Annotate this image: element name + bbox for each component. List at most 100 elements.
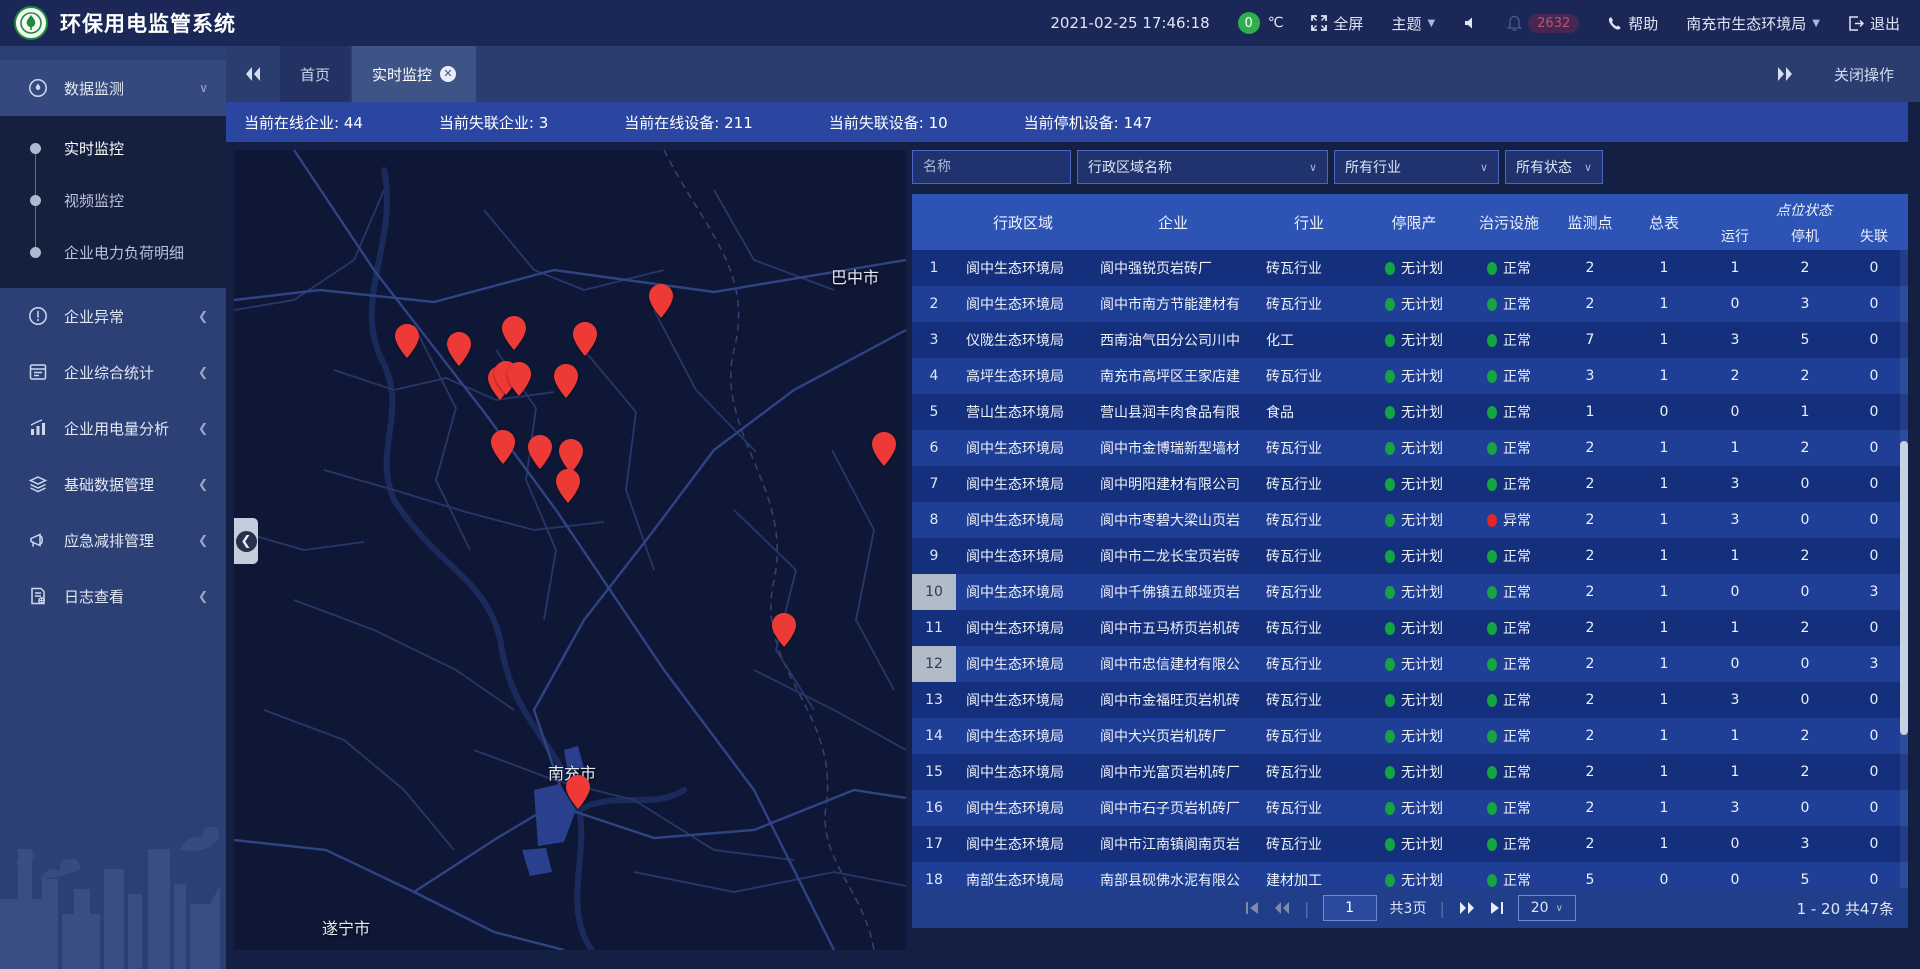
sidebar-group-3[interactable]: 企业综合统计❮ [0, 344, 226, 400]
status-chip-label: 无计划 [1401, 258, 1443, 278]
status-select[interactable]: 所有状态 ∨ [1505, 150, 1603, 184]
map-pin-icon[interactable] [395, 324, 419, 358]
map-pin-icon[interactable] [502, 316, 526, 350]
tab-home[interactable]: 首页 [280, 46, 350, 102]
status-chip-label: 正常 [1503, 582, 1531, 602]
cell-industry: 砖瓦行业 [1256, 582, 1362, 602]
cell-lost: 3 [1840, 656, 1908, 672]
name-search-input[interactable] [912, 150, 1071, 184]
map-pin-icon[interactable] [491, 430, 515, 464]
table-row[interactable]: 15阆中生态环境局阆中市光富页岩机砖厂砖瓦行业无计划正常21120 [912, 754, 1908, 790]
map-collapse-handle[interactable]: ❮ [234, 518, 258, 564]
map-pin-icon[interactable] [649, 284, 673, 318]
status-chip: 无计划 [1362, 798, 1466, 818]
close-operations-button[interactable]: 关闭操作 [1834, 64, 1894, 85]
sidebar-group-5[interactable]: 基础数据管理❮ [0, 456, 226, 512]
table-row[interactable]: 7阆中生态环境局阆中明阳建材有限公司砖瓦行业无计划正常21300 [912, 466, 1908, 502]
table-row[interactable]: 10阆中生态环境局阆中千佛镇五郎垭页岩砖瓦行业无计划正常21003 [912, 574, 1908, 610]
tab-realtime-monitor[interactable]: 实时监控 ✕ [352, 46, 476, 102]
map-pin-icon[interactable] [872, 432, 896, 466]
table-row[interactable]: 5营山生态环境局营山县润丰肉食品有限食品无计划正常10010 [912, 394, 1908, 430]
table-row[interactable]: 2阆中生态环境局阆中市南方节能建材有砖瓦行业无计划正常21030 [912, 286, 1908, 322]
scrollbar-thumb[interactable] [1900, 441, 1908, 734]
map-pin-icon[interactable] [554, 364, 578, 398]
map-pin-icon[interactable] [507, 362, 531, 396]
notifications-button[interactable]: 2632 [1507, 14, 1579, 33]
table-scrollbar[interactable] [1900, 250, 1908, 888]
cell-running: 1 [1700, 728, 1770, 744]
map-pin-icon[interactable] [559, 439, 583, 473]
cell-monitor-count: 3 [1552, 368, 1628, 384]
cell-company: 阆中明阳建材有限公司 [1090, 474, 1256, 494]
status-chip: 正常 [1466, 582, 1552, 602]
table-row[interactable]: 8阆中生态环境局阆中市枣碧大梁山页岩砖瓦行业无计划异常21300 [912, 502, 1908, 538]
cell-monitor-count: 5 [1552, 872, 1628, 888]
sidebar-group-1[interactable]: 数据监测∨ [0, 60, 226, 116]
region-select[interactable]: 行政区域名称 ∨ [1077, 150, 1328, 184]
map-pin-icon[interactable] [772, 613, 796, 647]
help-button[interactable]: 帮助 [1607, 13, 1658, 34]
cell-company: 营山县润丰肉食品有限 [1090, 402, 1256, 422]
cell-industry: 化工 [1256, 330, 1362, 350]
status-dot-icon [1385, 442, 1395, 455]
industry-select[interactable]: 所有行业 ∨ [1334, 150, 1499, 184]
table-row[interactable]: 6阆中生态环境局阆中市金博瑞新型墙材砖瓦行业无计划正常21120 [912, 430, 1908, 466]
cell-stopped: 2 [1770, 764, 1840, 780]
table-row[interactable]: 1阆中生态环境局阆中强锐页岩砖厂砖瓦行业无计划正常21120 [912, 250, 1908, 286]
table-row[interactable]: 4高坪生态环境局南充市高坪区王家店建砖瓦行业无计划正常31220 [912, 358, 1908, 394]
user-dropdown[interactable]: 南充市生态环境局 ▼ [1686, 13, 1820, 34]
sidebar-group-4[interactable]: 企业用电量分析❮ [0, 400, 226, 456]
page-number-input[interactable] [1323, 895, 1377, 921]
table-row[interactable]: 17阆中生态环境局阆中市江南镇阆南页岩砖瓦行业无计划正常21030 [912, 826, 1908, 862]
double-chevron-right-icon[interactable] [1776, 66, 1794, 82]
status-chip-label: 无计划 [1401, 726, 1443, 746]
first-page-button[interactable] [1244, 901, 1260, 915]
cell-stopped: 5 [1770, 332, 1840, 348]
mute-button[interactable] [1463, 15, 1479, 31]
sidebar-item-企业电力负荷明细[interactable]: 企业电力负荷明细 [0, 226, 226, 278]
page-size-select[interactable]: 20 ∨ [1518, 895, 1576, 921]
cell-monitor-count: 2 [1552, 260, 1628, 276]
table-row[interactable]: 14阆中生态环境局阆中大兴页岩机砖厂砖瓦行业无计划正常21120 [912, 718, 1908, 754]
map-pin-icon[interactable] [447, 332, 471, 366]
cell-monitor-count: 2 [1552, 728, 1628, 744]
prev-page-button[interactable] [1273, 901, 1291, 915]
filter-row: 行政区域名称 ∨ 所有行业 ∨ 所有状态 ∨ [912, 150, 1908, 184]
stats-bar: 当前在线企业: 44当前失联企业: 3当前在线设备: 211当前失联设备: 10… [226, 102, 1908, 142]
table-row[interactable]: 9阆中生态环境局阆中市二龙长宝页岩砖砖瓦行业无计划正常21120 [912, 538, 1908, 574]
chevron-left-icon: ❮ [198, 421, 208, 435]
tabs-scroll-left-button[interactable] [226, 46, 280, 102]
top-right-group: 2021-02-25 17:46:18 0 ℃ 全屏 主题 ▼ 2632 [1022, 12, 1900, 34]
sidebar-group-7[interactable]: 日志查看❮ [0, 568, 226, 624]
last-page-button[interactable] [1489, 901, 1505, 915]
cell-stopped: 3 [1770, 296, 1840, 312]
chevron-left-icon: ❮ [198, 309, 208, 323]
map-pin-icon[interactable] [566, 775, 590, 809]
sidebar-item-实时监控[interactable]: 实时监控 [0, 122, 226, 174]
table-row[interactable]: 11阆中生态环境局阆中市五马桥页岩机砖砖瓦行业无计划正常21120 [912, 610, 1908, 646]
status-dot-icon [1385, 802, 1395, 815]
table-row[interactable]: 13阆中生态环境局阆中市金福旺页岩机砖砖瓦行业无计划正常21300 [912, 682, 1908, 718]
fullscreen-button[interactable]: 全屏 [1311, 13, 1363, 34]
map-pin-icon[interactable] [528, 435, 552, 469]
cell-industry: 砖瓦行业 [1256, 654, 1362, 674]
row-number: 15 [912, 754, 956, 790]
table-row[interactable]: 18南部生态环境局南部县砚佛水泥有限公建材加工无计划正常50050 [912, 862, 1908, 888]
first-page-icon [1244, 901, 1260, 915]
table-row[interactable]: 12阆中生态环境局阆中市忠信建材有限公砖瓦行业无计划正常21003 [912, 646, 1908, 682]
next-page-button[interactable] [1458, 901, 1476, 915]
map-pin-icon[interactable] [556, 469, 580, 503]
notification-count-badge: 2632 [1528, 14, 1579, 33]
map-panel[interactable]: 巴中市南充市遂宁市 ❮ [234, 150, 906, 950]
theme-dropdown[interactable]: 主题 ▼ [1391, 13, 1435, 34]
status-chip: 正常 [1466, 438, 1552, 458]
logout-button[interactable]: 退出 [1848, 13, 1900, 34]
table-row[interactable]: 16阆中生态环境局阆中市石子页岩机砖厂砖瓦行业无计划正常21300 [912, 790, 1908, 826]
sidebar-group-2[interactable]: 企业异常❮ [0, 288, 226, 344]
cell-company: 阆中强锐页岩砖厂 [1090, 258, 1256, 278]
tab-close-icon[interactable]: ✕ [440, 66, 456, 82]
map-pin-icon[interactable] [573, 322, 597, 356]
sidebar-item-视频监控[interactable]: 视频监控 [0, 174, 226, 226]
table-row[interactable]: 3仪陇生态环境局西南油气田分公司川中化工无计划正常71350 [912, 322, 1908, 358]
sidebar-group-6[interactable]: 应急减排管理❮ [0, 512, 226, 568]
